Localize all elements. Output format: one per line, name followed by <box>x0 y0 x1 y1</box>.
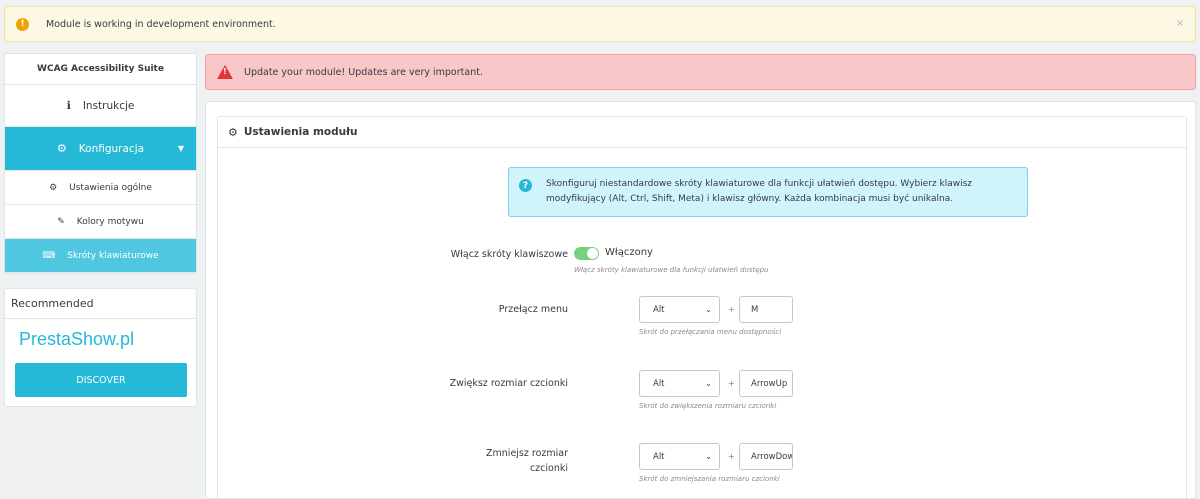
sidebar-item-instrukcje[interactable]: ℹ Instrukcje <box>5 85 196 127</box>
modifier-value: Alt <box>653 304 665 315</box>
chevron-down-icon: ⌄ <box>705 452 712 461</box>
sidebar-subitem-label: Skróty klawiaturowe <box>67 250 159 261</box>
sidebar-subitem-skroty[interactable]: ⌨ Skróty klawiaturowe <box>5 239 196 273</box>
warning-icon: ! <box>217 65 233 79</box>
gear-icon: ⚙ <box>49 182 58 193</box>
modifier-select[interactable]: Alt ⌄ <box>639 296 720 323</box>
dev-environment-alert: ! Module is working in development envir… <box>4 6 1196 42</box>
toggle-knob <box>587 248 598 259</box>
shortcut-help: Skrót do zmniejszania rozmiaru czcionki <box>639 475 780 483</box>
sidebar-subitem-label: Kolory motywu <box>76 216 144 227</box>
modifier-select[interactable]: Alt ⌄ <box>639 443 720 470</box>
discover-button[interactable]: DISCOVER <box>15 363 187 397</box>
keyboard-icon: ⌨ <box>42 250 56 261</box>
panel-title: Ustawienia modułu <box>243 126 358 138</box>
sidebar-item-label: Instrukcje <box>82 99 135 112</box>
info-box: ? Skonfiguruj niestandardowe skróty klaw… <box>508 167 1028 217</box>
brand-logo[interactable]: PrestaShow.pl <box>5 329 196 357</box>
sidebar-subitem-kolory[interactable]: ✎ Kolory motywu <box>5 205 196 239</box>
dev-alert-text: Module is working in development environ… <box>46 18 276 30</box>
panel-heading: ⚙ Ustawienia modułu <box>218 117 1186 148</box>
question-circle-icon: ? <box>519 179 532 192</box>
chevron-down-icon: ⌄ <box>705 305 712 314</box>
key-input[interactable]: ArrowUp <box>739 370 793 397</box>
info-text: Skonfiguruj niestandardowe skróty klawia… <box>546 179 972 204</box>
plus-sign: + <box>728 379 735 388</box>
sidebar-subitem-label: Ustawienia ogólne <box>69 182 152 193</box>
sidebar-item-konfiguracja[interactable]: ⚙ Konfiguracja ▼ <box>5 127 196 171</box>
sidebar-item-label: Konfiguracja <box>78 142 145 155</box>
chevron-down-icon: ⌄ <box>705 379 712 388</box>
toggle-state: Włączony <box>605 247 653 258</box>
enable-shortcuts-toggle[interactable] <box>574 247 599 260</box>
sidebar-title: WCAG Accessibility Suite <box>5 54 196 85</box>
shortcut-label: Przełącz menu <box>498 304 568 315</box>
cogs-icon: ⚙ <box>56 142 67 155</box>
recommended-title: Recommended <box>5 289 196 319</box>
info-circle-icon: ℹ <box>66 99 71 112</box>
modifier-value: Alt <box>653 451 665 462</box>
plus-sign: + <box>728 305 735 314</box>
key-input[interactable]: M <box>739 296 793 323</box>
shortcut-help: Skrót do zwiększenia rozmiaru czcionki <box>639 402 777 410</box>
brush-icon: ✎ <box>57 216 65 227</box>
settings-panel: ⚙ Ustawienia modułu ? Skonfiguruj niesta… <box>217 116 1187 499</box>
chevron-down-icon: ▼ <box>177 144 184 153</box>
modifier-select[interactable]: Alt ⌄ <box>639 370 720 397</box>
enable-shortcuts-label: Włącz skróty klawiszowe <box>450 249 568 260</box>
warning-icon: ! <box>16 17 29 31</box>
sidebar-subitem-ustawienia[interactable]: ⚙ Ustawienia ogólne <box>5 171 196 205</box>
sidebar-menu: WCAG Accessibility Suite ℹ Instrukcje ⚙ … <box>4 53 197 274</box>
modifier-value: Alt <box>653 378 665 389</box>
key-input[interactable]: ArrowDown <box>739 443 793 470</box>
update-alert-text: Update your module! Updates are very imp… <box>244 66 483 78</box>
cogs-icon: ⚙ <box>228 125 238 139</box>
shortcut-label: Zmniejsz rozmiar czcionki <box>486 448 568 474</box>
recommended-box: Recommended PrestaShow.pl DISCOVER <box>4 288 197 407</box>
sidebar: WCAG Accessibility Suite ℹ Instrukcje ⚙ … <box>4 53 197 407</box>
enable-shortcuts-help: Włącz skróty klawiaturowe dla funkcji uł… <box>574 266 769 274</box>
main-content: ⚙ Ustawienia modułu ? Skonfiguruj niesta… <box>205 101 1196 499</box>
close-icon[interactable]: × <box>1176 18 1184 29</box>
shortcut-label: Zwiększ rozmiar czcionki <box>449 378 568 389</box>
shortcut-help: Skrót do przełączania menu dostępności <box>639 328 782 336</box>
update-alert: ! Update your module! Updates are very i… <box>205 54 1196 90</box>
plus-sign: + <box>728 452 735 461</box>
